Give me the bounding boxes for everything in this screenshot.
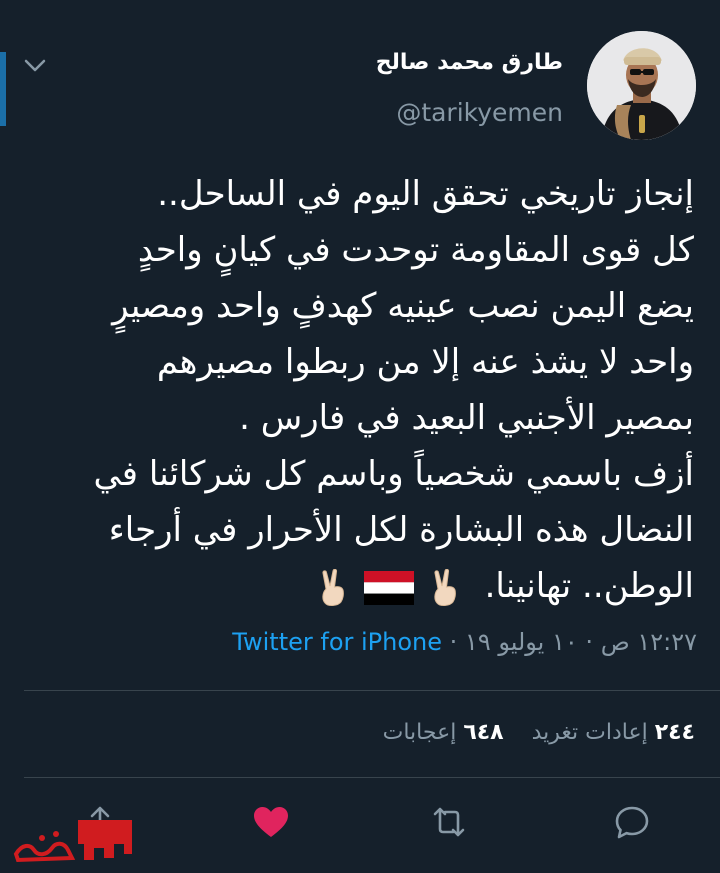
retweets-stat[interactable]: ٢٤٤ إعادات تغريد xyxy=(525,720,695,745)
tweet-time: ١٢:٢٧ ص xyxy=(600,628,697,656)
meta-separator: · xyxy=(442,628,458,656)
tweet-line: واحد لا يشذ عنه إلا من ربطوا مصيرهم xyxy=(156,342,694,382)
tweet-line: بمصير الأجنبي البعيد في فارس . xyxy=(239,398,694,438)
like-icon[interactable] xyxy=(249,800,293,844)
avatar[interactable] xyxy=(587,31,696,140)
tweet-text: إنجاز تاريخي تحقق اليوم في الساحل.. كل ق… xyxy=(19,166,694,614)
divider xyxy=(24,690,720,691)
likes-count: ٦٤٨ xyxy=(463,720,504,745)
tweet-line: أزف باسمي شخصياً وباسم كل شركائنا في xyxy=(93,454,694,494)
tweet-line: النضال هذه البشارة لكل الأحرار في أرجاء xyxy=(108,510,694,550)
emoji-row xyxy=(316,568,462,607)
tweet-line-last: الوطن.. تهانينا. xyxy=(19,558,694,614)
victory-hand-icon xyxy=(322,568,344,606)
left-accent-bar xyxy=(0,52,6,126)
likes-label: إعجابات xyxy=(382,720,457,745)
tweet-source-link[interactable]: Twitter for iPhone xyxy=(232,628,442,656)
reply-icon[interactable] xyxy=(610,800,654,844)
retweet-icon[interactable] xyxy=(427,800,471,844)
watermark-logo xyxy=(8,814,136,864)
divider xyxy=(24,777,720,778)
likes-stat[interactable]: ٦٤٨ إعجابات xyxy=(383,720,504,745)
retweets-count: ٢٤٤ xyxy=(654,720,695,745)
tweet-line: كل قوى المقاومة توحدت في كيانٍ واحدٍ xyxy=(137,230,694,270)
tweet-date: ١٠ يوليو ١٩ xyxy=(464,628,578,656)
chevron-down-icon[interactable] xyxy=(22,52,48,78)
author-handle[interactable]: @tarikyemen xyxy=(396,98,563,127)
retweets-label: إعادات تغريد xyxy=(531,720,648,745)
tweet-stats: ٢٤٤ إعادات تغريد ٦٤٨ إعجابات xyxy=(383,720,695,745)
tweet-line: إنجاز تاريخي تحقق اليوم في الساحل.. xyxy=(157,174,694,214)
victory-hand-icon xyxy=(434,568,456,606)
yemen-flag-icon xyxy=(363,570,414,605)
tweet-line: يضع اليمن نصب عينيه كهدفٍ واحد ومصيرٍ xyxy=(112,286,694,326)
author-name[interactable]: طارق محمد صالح xyxy=(376,50,563,75)
tweet-line: الوطن.. تهانينا. xyxy=(484,566,694,606)
meta-separator: · xyxy=(577,628,594,656)
tweet-meta: ١٢:٢٧ ص · ١٠ يوليو ١٩ · Twitter for iPho… xyxy=(232,628,697,656)
